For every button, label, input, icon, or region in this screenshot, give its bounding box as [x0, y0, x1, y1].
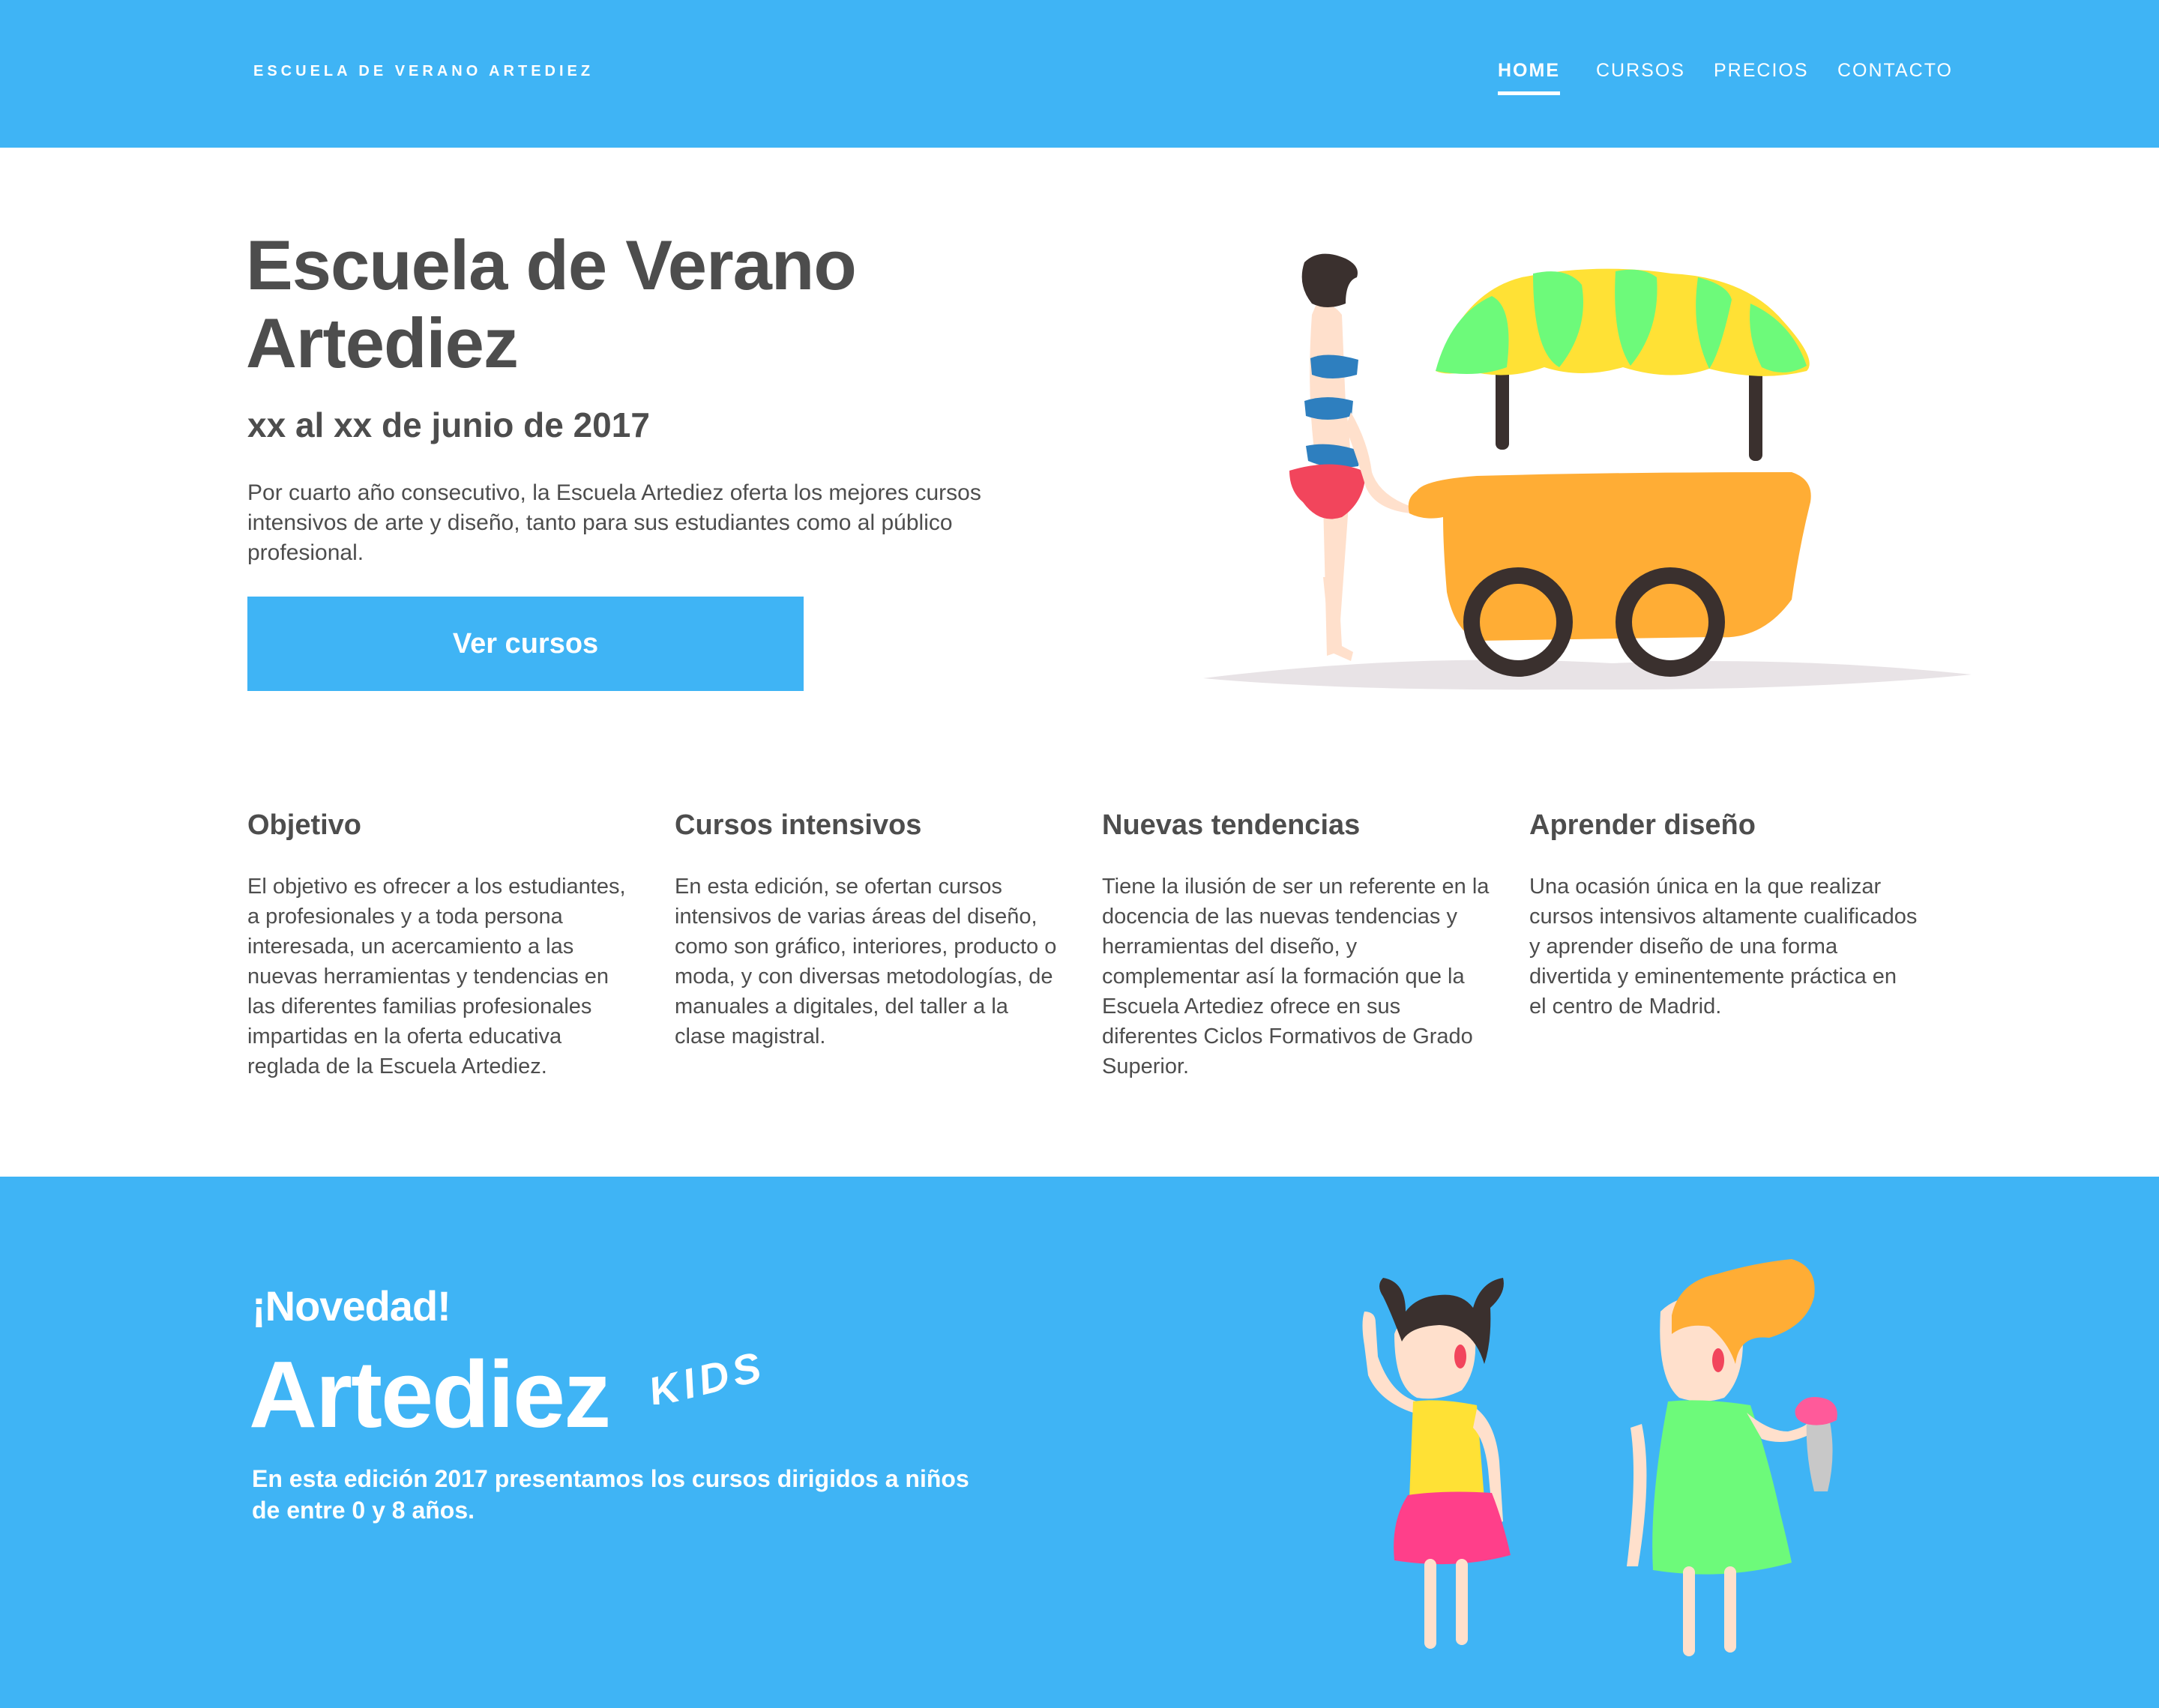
feature-text: En esta edición, se ofertan cursos inten… — [675, 875, 1057, 1048]
feature-aprender-diseno: Aprender diseño Una ocasión única en la … — [1529, 809, 1919, 1022]
feature-text: Una ocasión única en la que realizar cur… — [1529, 875, 1918, 1019]
title-line-1: Escuela de Verano — [246, 226, 857, 304]
feature-title: Aprender diseño — [1529, 809, 1756, 841]
kids-description: En esta edición 2017 presentamos los cur… — [252, 1465, 969, 1524]
man-figure — [1289, 253, 1411, 661]
kids-tag-text: KIDS — [644, 1342, 770, 1404]
page-title: Escuela de Verano Artediez — [246, 226, 996, 382]
feature-objetivo: Objetivo El objetivo es ofrecer a los es… — [247, 809, 637, 1081]
kids-logo-tag: KIDS — [644, 1342, 770, 1404]
girl-dark-hair-figure — [1362, 1278, 1511, 1649]
feature-title: Objetivo — [247, 809, 362, 841]
main-nav: HOME CURSOS PRECIOS CONTACTO — [0, 60, 2159, 97]
top-navbar: ESCUELA DE VERANO ARTEDIEZ HOME CURSOS P… — [0, 0, 2159, 148]
kids-section: ¡Novedad! Artediez KIDS En esta edición … — [0, 1177, 2159, 1708]
hero-intro: Por cuarto año consecutivo, la Escuela A… — [247, 480, 981, 565]
nav-contacto[interactable]: CONTACTO — [1837, 60, 1953, 82]
cart-figure — [1408, 268, 1811, 677]
nav-precios[interactable]: PRECIOS — [1714, 60, 1809, 82]
ice-cream-cart-illustration — [1203, 253, 1972, 690]
feature-cursos-intensivos: Cursos intensivos En esta edición, se of… — [675, 809, 1065, 1051]
ver-cursos-button[interactable]: Ver cursos — [247, 597, 804, 691]
title-line-2: Artediez — [246, 304, 519, 382]
nav-home[interactable]: HOME — [1498, 60, 1560, 95]
feature-title: Nuevas tendencias — [1102, 809, 1361, 841]
event-dates: xx al xx de junio de 2017 — [247, 405, 650, 444]
novedad-heading: ¡Novedad! — [252, 1282, 451, 1330]
feature-text: El objetivo es ofrecer a los estudiantes… — [247, 875, 626, 1078]
kids-illustration — [1362, 1259, 1837, 1656]
girl-orange-hair-figure — [1627, 1259, 1837, 1656]
feature-nuevas-tendencias: Nuevas tendencias Tiene la ilusión de se… — [1102, 809, 1492, 1081]
ground-shadow — [1203, 660, 1972, 690]
nav-cursos[interactable]: CURSOS — [1596, 60, 1685, 82]
feature-text: Tiene la ilusión de ser un referente en … — [1102, 875, 1490, 1078]
kids-brand: Artediez — [249, 1342, 611, 1447]
feature-title: Cursos intensivos — [675, 809, 922, 841]
